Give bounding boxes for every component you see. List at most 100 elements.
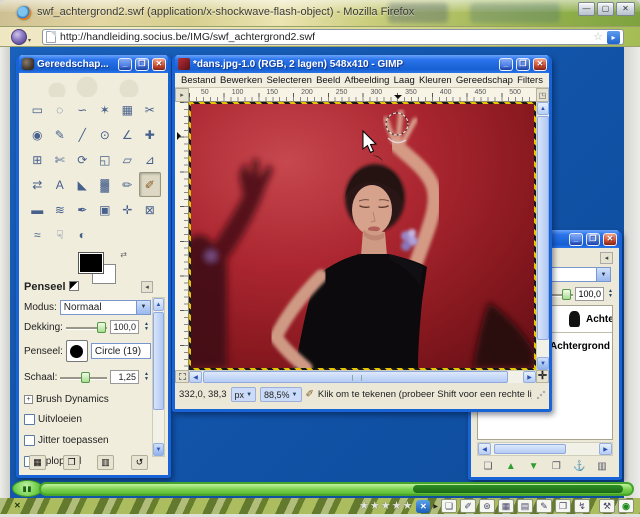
toolbox-maximize-button[interactable]: ❒	[135, 58, 149, 71]
delete-layer-button[interactable]: ▥	[593, 459, 611, 474]
option-checkbox-row[interactable]: Uitvloeien	[24, 411, 151, 427]
bucket-fill-tool[interactable]: ◣	[71, 172, 94, 197]
close-mark-icon[interactable]: ✕	[14, 501, 21, 510]
image-maximize-button[interactable]: ❒	[516, 58, 530, 71]
scale-tool[interactable]: ◱	[94, 147, 117, 172]
url-bar[interactable]: http://handleiding.socius.be/IMG/swf_ach…	[42, 29, 624, 45]
blur-tool[interactable]: ≈	[26, 222, 49, 247]
ink-tool[interactable]: ✒	[71, 197, 94, 222]
new-layer-button[interactable]: ❏	[479, 459, 497, 474]
image-minimize-button[interactable]: _	[499, 58, 513, 71]
toolbox-titlebar[interactable]: Gereedschap... _ ❒ ✕	[19, 55, 168, 73]
paths-tool[interactable]: ✎	[49, 122, 72, 147]
option-checkbox-row[interactable]: Jitter toepassen	[24, 432, 151, 448]
image-titlebar[interactable]: *dans.jpg-1.0 (RGB, 2 lagen) 548x410 - G…	[175, 55, 549, 73]
color-picker-tool[interactable]: ╱	[71, 122, 94, 147]
go-button[interactable]: ▸	[607, 31, 620, 44]
ruler-menu-button[interactable]: ▸	[175, 88, 189, 102]
crop-tool[interactable]: ✄	[49, 147, 72, 172]
foreground-select-tool[interactable]: ◉	[26, 122, 49, 147]
vertical-scrollbar[interactable]: ▲ ▼	[536, 102, 549, 370]
scroll-down-icon[interactable]: ▼	[537, 357, 549, 370]
print-button[interactable]: ▤	[517, 499, 533, 513]
scrollbar-thumb[interactable]	[537, 116, 549, 340]
chevron-down-icon[interactable]: ▼	[596, 268, 610, 281]
scale-slider[interactable]	[60, 371, 107, 383]
canvas-viewport[interactable]	[189, 102, 536, 370]
unit-dropdown[interactable]: px▼	[231, 387, 256, 402]
brush-dynamics-label[interactable]: Brush Dynamics	[36, 394, 109, 405]
checkbox-icon[interactable]	[24, 435, 35, 446]
canvas-image[interactable]	[191, 104, 534, 368]
expander-icon[interactable]: +	[24, 395, 33, 404]
eraser-tool[interactable]: ▬	[26, 197, 49, 222]
info-button[interactable]: ◉	[618, 499, 634, 513]
image-close-button[interactable]: ✕	[533, 58, 547, 71]
tools-button[interactable]: ⚒	[599, 499, 615, 513]
layers-minimize-button[interactable]: _	[569, 233, 583, 246]
scrollbar-thumb[interactable]	[203, 371, 508, 383]
options-scrollbar[interactable]: ▲ ▼	[152, 297, 165, 457]
fuzzy-select-tool[interactable]: ✶	[94, 97, 117, 122]
scroll-left-icon[interactable]: ◀	[189, 371, 202, 383]
flip-tool[interactable]: ⇄	[26, 172, 49, 197]
airbrush-tool[interactable]: ≋	[49, 197, 72, 222]
ellipse-select-tool[interactable]: ◌	[49, 97, 72, 122]
menu-item[interactable]: Laag	[394, 75, 415, 86]
reset-options-button[interactable]: ↺	[131, 455, 148, 470]
scissors-select-tool[interactable]: ✂	[139, 97, 162, 122]
new-document-button[interactable]: ❏	[441, 499, 457, 513]
lightning-button[interactable]: ↯	[574, 499, 590, 513]
raise-layer-button[interactable]: ▲	[502, 459, 520, 474]
layer-opacity-value[interactable]: 100,0	[575, 287, 604, 301]
globe-button[interactable]: ⊛	[479, 499, 495, 513]
scrollbar-thumb[interactable]	[494, 444, 566, 454]
spinner-icon[interactable]: ▲▼	[142, 370, 151, 384]
scroll-up-icon[interactable]: ▲	[153, 298, 164, 311]
url-text[interactable]: http://handleiding.socius.be/IMG/swf_ach…	[60, 31, 589, 43]
seekbar[interactable]	[39, 482, 634, 496]
menu-item[interactable]: Bestand	[181, 75, 216, 86]
align-tool[interactable]: ⊞	[26, 147, 49, 172]
zoom-dropdown[interactable]: 88,5%▼	[260, 387, 301, 402]
foreground-color-swatch[interactable]	[79, 253, 103, 273]
restore-options-button[interactable]: ❐	[63, 455, 80, 470]
slider-thumb[interactable]	[562, 289, 571, 300]
menu-item[interactable]: Filters	[517, 75, 543, 86]
layer-name[interactable]: Achtergrond	[586, 314, 612, 325]
brush-name-field[interactable]: Circle (19)	[91, 343, 151, 359]
heal-tool[interactable]: ✛	[116, 197, 139, 222]
edit-button[interactable]: ✎	[536, 499, 552, 513]
scrollbar-thumb[interactable]	[153, 312, 164, 410]
resize-grip[interactable]	[536, 390, 545, 399]
slider-thumb[interactable]	[97, 322, 106, 333]
zoom-tool[interactable]: ⊙	[94, 122, 117, 147]
pencil-tool[interactable]: ✏	[116, 172, 139, 197]
layers-collapse-button[interactable]: ◂	[600, 252, 613, 264]
quickmask-button[interactable]	[175, 370, 189, 383]
menu-item[interactable]: Selecteren	[266, 75, 311, 86]
measure-tool[interactable]: ∠	[116, 122, 139, 147]
opacity-slider[interactable]	[66, 321, 107, 333]
rect-select-tool[interactable]: ▭	[26, 97, 49, 122]
checkbox-icon[interactable]	[24, 414, 35, 425]
layers-close-button[interactable]: ✕	[603, 233, 617, 246]
lower-layer-button[interactable]: ▼	[525, 459, 543, 474]
player-logo-icon[interactable]: ✕	[416, 500, 430, 513]
duplicate-layer-button[interactable]: ❐	[547, 459, 565, 474]
move-tool[interactable]: ✚	[139, 122, 162, 147]
save-button[interactable]: ▦	[498, 499, 514, 513]
select-by-color-tool[interactable]: ▦	[116, 97, 139, 122]
scroll-right-icon[interactable]: ▶	[523, 371, 536, 383]
layers-horizontal-scrollbar[interactable]: ◀ ▶	[477, 442, 613, 456]
menu-item[interactable]: Afbeelding	[345, 75, 390, 86]
opacity-value[interactable]: 100,0	[110, 320, 139, 334]
maximize-button[interactable]: ▢	[597, 2, 614, 16]
scroll-right-icon[interactable]: ▶	[599, 443, 612, 455]
delete-options-button[interactable]: ▥	[97, 455, 114, 470]
scale-value[interactable]: 1,25	[110, 370, 139, 384]
slider-thumb[interactable]	[81, 372, 90, 383]
vertical-ruler[interactable]: 050100150200250300350	[175, 102, 189, 370]
layers-maximize-button[interactable]: ❒	[586, 233, 600, 246]
minimize-button[interactable]: —	[578, 2, 595, 16]
